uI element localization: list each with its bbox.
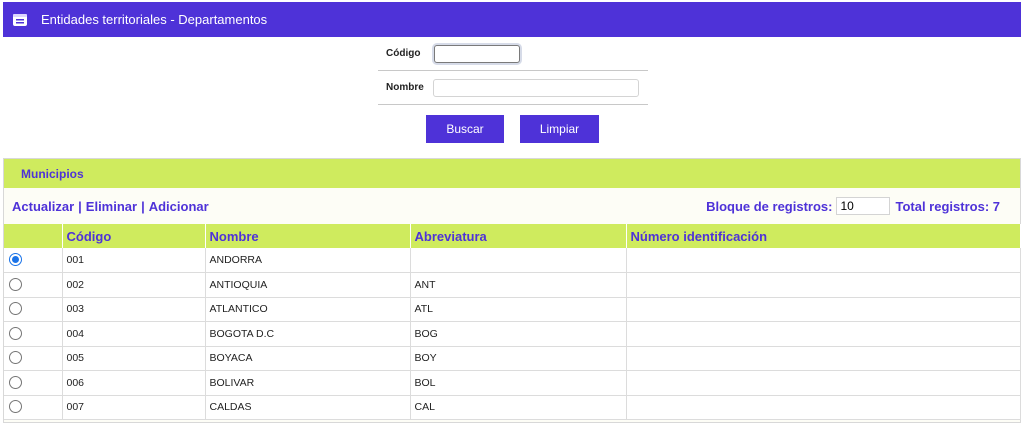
pager: Bloque de registros: Total registros: 7	[706, 188, 1000, 224]
buscar-button[interactable]: Buscar	[426, 115, 504, 143]
window-icon	[12, 12, 28, 28]
row-select-cell	[4, 321, 63, 347]
cell-codigo: 003	[62, 297, 206, 322]
cell-abreviatura: ATL	[410, 297, 627, 322]
cell-nombre: BOLIVAR	[205, 370, 411, 396]
table-row[interactable]: 001 ANDORRA	[4, 248, 1021, 273]
page-title: Entidades territoriales - Departamentos	[41, 12, 268, 27]
cell-numero	[626, 370, 1021, 396]
adicionar-link[interactable]: Adicionar	[149, 199, 209, 214]
row-select-cell	[4, 395, 63, 420]
municipios-panel: Municipios Actualizar | Eliminar | Adicionar…	[3, 158, 1021, 423]
bloque-input[interactable]	[836, 197, 891, 215]
row-radio[interactable]	[9, 302, 22, 316]
cell-codigo: 007	[62, 395, 206, 420]
cell-codigo: 004	[62, 321, 206, 347]
nombre-input[interactable]	[433, 78, 639, 97]
cell-nombre: CALDAS	[205, 395, 411, 420]
eliminar-link[interactable]: Eliminar	[86, 199, 137, 214]
table-row[interactable]: 007 CALDAS CAL	[4, 395, 1021, 420]
column-header-abreviatura[interactable]: Abreviatura	[410, 224, 627, 248]
cell-numero	[626, 395, 1021, 420]
cell-codigo: 005	[62, 346, 206, 371]
municipios-table: Código Nombre Abreviatura Número identif…	[4, 224, 1021, 420]
limpiar-button[interactable]: Limpiar	[520, 115, 599, 143]
bloque-label: Bloque de registros:	[706, 198, 833, 214]
cell-nombre: BOYACA	[205, 346, 411, 371]
table-row[interactable]: 004 BOGOTA D.C BOG	[4, 321, 1021, 347]
panel-title: Municipios	[21, 166, 84, 181]
cell-nombre: ATLANTICO	[205, 297, 411, 322]
nombre-label: Nombre	[386, 82, 424, 93]
panel-header: Municipios	[4, 159, 1020, 188]
row-select-cell	[4, 272, 63, 298]
cell-abreviatura: CAL	[410, 395, 627, 420]
table-header-row: Código Nombre Abreviatura Número identif…	[4, 224, 1021, 248]
actualizar-link[interactable]: Actualizar	[12, 199, 74, 214]
column-header-numero[interactable]: Número identificación	[626, 224, 1021, 248]
row-select-cell	[4, 248, 63, 273]
row-radio[interactable]	[9, 400, 22, 414]
cell-nombre: ANTIOQUIA	[205, 272, 411, 298]
row-select-cell	[4, 346, 63, 371]
cell-nombre: BOGOTA D.C	[205, 321, 411, 347]
cell-abreviatura: BOL	[410, 370, 627, 396]
cell-codigo: 002	[62, 272, 206, 298]
cell-nombre: ANDORRA	[205, 248, 411, 273]
cell-numero	[626, 272, 1021, 298]
nombre-row: Nombre	[378, 71, 648, 105]
table-row[interactable]: 005 BOYACA BOY	[4, 346, 1021, 371]
title-bar: Entidades territoriales - Departamentos	[3, 2, 1021, 37]
row-radio[interactable]	[9, 253, 22, 267]
column-header-nombre[interactable]: Nombre	[205, 224, 411, 248]
row-select-cell	[4, 297, 63, 322]
cell-numero	[626, 248, 1021, 273]
table-body: 001 ANDORRA 002 ANTIOQUIA ANT 003 ATLANTICO ATL…	[4, 248, 1021, 420]
cell-abreviatura	[410, 248, 627, 273]
cell-numero	[626, 346, 1021, 371]
cell-codigo: 001	[62, 248, 206, 273]
actions-bar: Actualizar | Eliminar | Adicionar	[12, 199, 209, 214]
total-registros: Total registros: 7	[895, 198, 1000, 214]
cell-abreviatura: ANT	[410, 272, 627, 298]
table-row[interactable]: 006 BOLIVAR BOL	[4, 370, 1021, 396]
row-select-cell	[4, 370, 63, 396]
row-radio[interactable]	[9, 277, 22, 291]
table-toolbar: Actualizar | Eliminar | Adicionar Bloque de …	[4, 188, 1020, 224]
cell-codigo: 006	[62, 370, 206, 396]
row-radio[interactable]	[9, 375, 22, 389]
codigo-input[interactable]	[434, 44, 520, 63]
codigo-row: Código	[378, 37, 648, 71]
cell-numero	[626, 297, 1021, 322]
cell-abreviatura: BOY	[410, 346, 627, 371]
table-row[interactable]: 002 ANTIOQUIA ANT	[4, 272, 1021, 298]
table-row[interactable]: 003 ATLANTICO ATL	[4, 297, 1021, 322]
action-separator: |	[141, 198, 145, 214]
column-header-select	[4, 224, 63, 248]
row-radio[interactable]	[9, 326, 22, 340]
action-separator: |	[78, 198, 82, 214]
cell-abreviatura: BOG	[410, 321, 627, 347]
column-header-codigo[interactable]: Código	[62, 224, 206, 248]
row-radio[interactable]	[9, 351, 22, 365]
cell-numero	[626, 321, 1021, 347]
codigo-label: Código	[386, 48, 421, 59]
